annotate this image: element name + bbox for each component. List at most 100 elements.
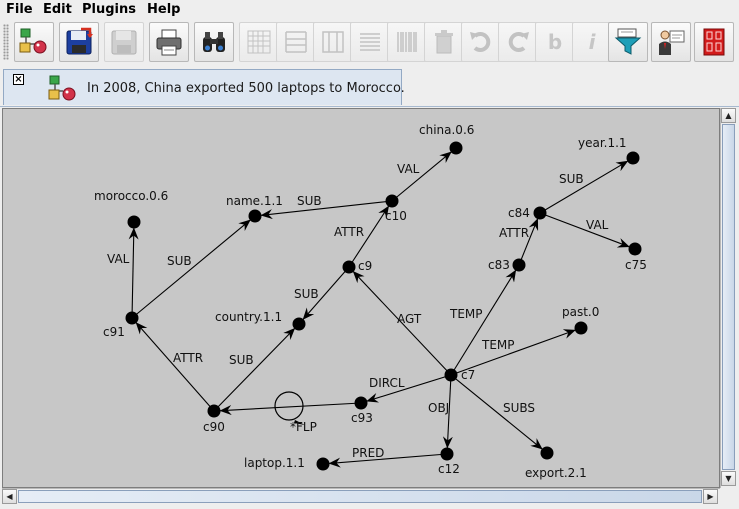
edge-c91-name[interactable] xyxy=(131,219,251,319)
node-label-c90: c90 xyxy=(203,420,225,434)
scroll-up-button[interactable]: ▲ xyxy=(721,108,736,123)
printer-icon xyxy=(156,29,182,56)
node-label-c91: c91 xyxy=(103,325,125,339)
edge-c10-china[interactable] xyxy=(391,151,452,202)
node-past[interactable] xyxy=(574,321,588,335)
semantic-network-graph[interactable]: VAL SUB ATTR SUB VAL SUB ATTR SUB AGT DIRCL OBJ PRE… xyxy=(3,109,719,487)
node-c84[interactable] xyxy=(533,206,547,220)
graph-canvas[interactable]: VAL SUB ATTR SUB VAL SUB ATTR SUB AGT DIRCL OBJ PRE… xyxy=(2,108,720,488)
node-c9[interactable] xyxy=(342,260,356,274)
node-label-past: past.0 xyxy=(562,305,599,319)
presenter-button[interactable] xyxy=(651,22,691,62)
exit-door-icon xyxy=(703,28,725,56)
teacher-icon xyxy=(659,30,685,55)
scroll-corner xyxy=(720,488,737,505)
node-c10[interactable] xyxy=(385,194,399,208)
flp-label: *FLP xyxy=(290,420,317,434)
scroll-right-button[interactable]: ▶ xyxy=(703,489,718,504)
node-c91[interactable] xyxy=(125,311,139,325)
info-icon: i xyxy=(588,30,596,54)
menu-help[interactable]: Help xyxy=(147,2,180,17)
edge-c90-c91[interactable] xyxy=(135,322,215,412)
flp-loop[interactable]: *FLP xyxy=(274,391,317,434)
document-tab[interactable]: × In 2008, China exported 500 laptops to… xyxy=(3,69,405,105)
undo-icon xyxy=(470,32,491,52)
toolbar-grip[interactable] xyxy=(3,24,9,60)
redo-icon xyxy=(508,32,529,52)
node-export[interactable] xyxy=(540,446,554,460)
node-c90[interactable] xyxy=(207,404,221,418)
undo-button[interactable] xyxy=(461,22,501,62)
edge-label-c7-c83: TEMP xyxy=(449,307,483,321)
node-morocco[interactable] xyxy=(127,215,141,229)
edge-label-c84-c75: VAL xyxy=(586,218,609,232)
close-tab-icon[interactable]: × xyxy=(13,74,24,85)
tab-strip: × In 2008, China exported 500 laptops to… xyxy=(0,66,739,107)
edge-c90-country[interactable] xyxy=(213,327,296,412)
node-c7[interactable] xyxy=(444,368,458,382)
node-c93[interactable] xyxy=(354,396,368,410)
row-layout-button[interactable] xyxy=(276,22,316,62)
menu-file[interactable]: File xyxy=(6,2,33,17)
horizontal-scrollbar[interactable]: ◀ ▶ xyxy=(2,488,720,505)
node-label-country: country.1.1 xyxy=(215,310,282,324)
redo-button[interactable] xyxy=(498,22,538,62)
node-year[interactable] xyxy=(626,151,640,165)
edge-label-c9-c10: ATTR xyxy=(334,225,364,239)
vertical-scrollbar[interactable]: ▲ ▼ xyxy=(720,108,737,488)
new-graph-button[interactable] xyxy=(14,22,54,62)
edge-label-c10-name: SUB xyxy=(297,194,322,208)
node-label-laptop: laptop.1.1 xyxy=(244,456,305,470)
column-layout-button[interactable] xyxy=(313,22,353,62)
node-laptop[interactable] xyxy=(316,457,330,471)
grid-button[interactable] xyxy=(239,22,279,62)
save-button[interactable] xyxy=(59,22,99,62)
node-label-year: year.1.1 xyxy=(578,136,627,150)
edge-label-c91-name: SUB xyxy=(167,254,192,268)
bold-button[interactable]: b xyxy=(535,22,575,62)
scroll-down-button[interactable]: ▼ xyxy=(721,471,736,486)
edge-label-c7-c12: OBJ xyxy=(428,401,449,415)
edge-c7-c83[interactable] xyxy=(450,269,517,376)
filter-button[interactable] xyxy=(608,22,648,62)
search-button[interactable] xyxy=(194,22,234,62)
horizontal-scroll-thumb[interactable] xyxy=(18,490,702,503)
menu-plugins[interactable]: Plugins xyxy=(82,2,136,17)
vertical-scroll-thumb[interactable] xyxy=(722,124,735,470)
node-country[interactable] xyxy=(292,317,306,331)
new-graph-icon xyxy=(19,28,47,54)
edge-c84-year[interactable] xyxy=(539,160,629,214)
edge-c93-c90[interactable] xyxy=(219,402,362,416)
save-disabled-icon xyxy=(111,30,137,55)
node-label-china: china.0.6 xyxy=(419,123,474,137)
node-label-c9: c9 xyxy=(358,259,372,273)
bold-icon: b xyxy=(547,30,563,54)
edge-label-c7-c93: DIRCL xyxy=(369,376,405,390)
info-button[interactable]: i xyxy=(572,22,612,62)
barcode-button[interactable] xyxy=(387,22,427,62)
barcode-icon xyxy=(397,32,417,52)
exit-button[interactable] xyxy=(694,22,734,62)
delete-button[interactable] xyxy=(424,22,464,62)
edge-c91-morocco[interactable] xyxy=(128,227,139,319)
list-layout-button[interactable] xyxy=(350,22,390,62)
print-button[interactable] xyxy=(149,22,189,62)
node-label-c75: c75 xyxy=(625,258,647,272)
edge-c84-c75[interactable] xyxy=(539,212,630,248)
edge-label-c7-c9: AGT xyxy=(397,312,422,326)
node-name[interactable] xyxy=(248,209,262,223)
columns-icon xyxy=(322,31,344,53)
scroll-left-button[interactable]: ◀ xyxy=(2,489,17,504)
node-c83[interactable] xyxy=(512,258,526,272)
node-c12[interactable] xyxy=(440,447,454,461)
save-as-button[interactable] xyxy=(104,22,144,62)
menu-edit[interactable]: Edit xyxy=(43,2,72,17)
node-china[interactable] xyxy=(449,141,463,155)
menu-bar: File Edit Plugins Help xyxy=(0,0,739,20)
save-icon xyxy=(66,27,93,55)
node-label-c10: c10 xyxy=(385,209,407,223)
edge-label-c12-laptop: PRED xyxy=(352,446,384,460)
node-label-c93: c93 xyxy=(351,411,373,425)
edge-c12-laptop[interactable] xyxy=(328,453,448,468)
node-c75[interactable] xyxy=(628,242,642,256)
